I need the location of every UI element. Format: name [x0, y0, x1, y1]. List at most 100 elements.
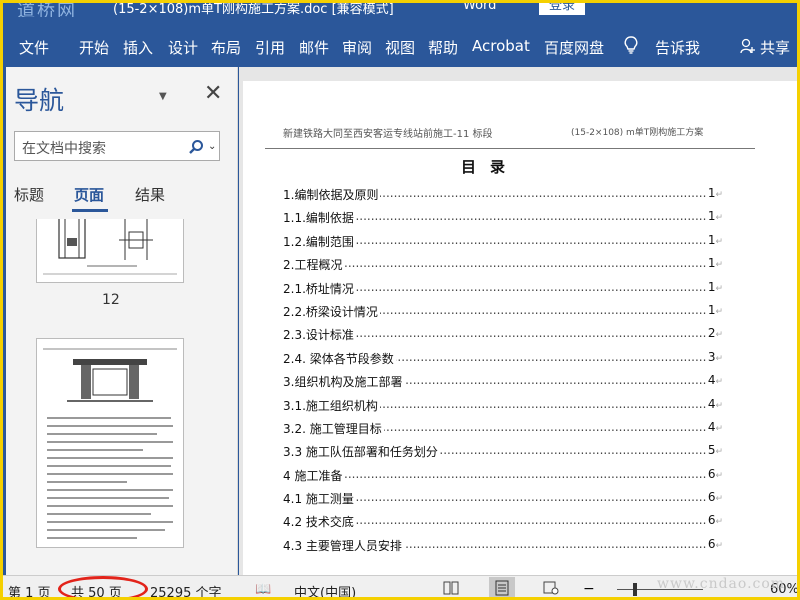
word-window: 道桥网 (15-2×108)m单T刚构施工方案.doc [兼容模式] Word …: [0, 0, 800, 600]
page-indicator[interactable]: 第 1 页: [8, 582, 51, 597]
navigation-pane: 导航 ▼ ✕ 在文档中搜索 ⌄ 标题 页面 结果 12: [6, 67, 238, 575]
tab-view[interactable]: 视图: [385, 37, 415, 58]
tab-design[interactable]: 设计: [168, 37, 198, 58]
share-button[interactable]: 共享: [760, 37, 790, 58]
nav-tab-results[interactable]: 结果: [135, 184, 165, 205]
toc-leader-dots: ........................................…: [283, 466, 709, 481]
toc-entry-page: 6↵: [705, 513, 723, 528]
nav-title: 导航: [14, 86, 65, 115]
toc-entry-label: 2.1.桥址情况: [283, 279, 356, 297]
toc-entry[interactable]: ........................................…: [283, 396, 723, 420]
nav-search-box[interactable]: 在文档中搜索 ⌄: [14, 131, 220, 161]
toc-entry-page: 1↵: [705, 186, 723, 200]
toc-entry-page: 5↵: [705, 443, 723, 458]
document-page[interactable]: 新建铁路大同至西安客运专线站前施工-11 标段 (15-2×108) m单T刚构…: [243, 81, 797, 575]
highlight-circle-annotation: [58, 576, 148, 597]
toc-entry-label: 3.1.施工组织机构: [283, 396, 380, 414]
toc-entry[interactable]: ........................................…: [283, 209, 723, 232]
app-name: Word: [463, 3, 497, 13]
toc-entry-label: 4.1 施工测量: [283, 490, 356, 508]
site-watermark: www.cndao.com: [657, 576, 786, 592]
toc-entry-page: 1↵: [705, 209, 723, 224]
toc-leader-dots: ........................................…: [283, 256, 709, 271]
ribbon-tabs: 文件 开始 插入 设计 布局 引用 邮件 审阅 视图 帮助 Acrobat 百度…: [3, 17, 797, 67]
header-rule: [265, 148, 755, 149]
toc-entry[interactable]: ........................................…: [283, 349, 723, 373]
tell-me-label[interactable]: 告诉我: [655, 37, 700, 58]
toc-entry-page: 6↵: [705, 536, 723, 551]
toc-entry-label: 2.3.设计标准: [283, 326, 356, 344]
toc-entry-page: 6↵: [705, 490, 723, 505]
toc-entry[interactable]: ........................................…: [283, 443, 723, 466]
bridge-drawing-preview-icon: [43, 348, 177, 402]
toc-entry[interactable]: ........................................…: [283, 513, 723, 536]
tab-file[interactable]: 文件: [19, 37, 49, 58]
toc-entry-label: 1.编制依据及原则: [283, 186, 381, 203]
toc-entry[interactable]: ........................................…: [283, 373, 723, 396]
toc-entry-page: 2↵: [705, 326, 723, 341]
proofing-book-icon[interactable]: 📖: [255, 582, 271, 597]
table-of-contents: ........................................…: [283, 186, 723, 560]
word-count[interactable]: 25295 个字: [150, 582, 222, 597]
document-title: (15-2×108)m单T刚构施工方案.doc [兼容模式]: [113, 3, 394, 17]
page-thumbnail-13[interactable]: [36, 338, 184, 548]
tab-references[interactable]: 引用: [255, 37, 285, 58]
nav-tab-pages[interactable]: 页面: [74, 184, 104, 205]
tab-baidu-netdisk[interactable]: 百度网盘: [544, 37, 604, 58]
zoom-out-icon[interactable]: −: [583, 581, 595, 597]
login-button[interactable]: 登录: [539, 3, 586, 15]
page-thumbnails: 12: [6, 219, 238, 575]
toc-entry[interactable]: ........................................…: [283, 536, 723, 560]
search-dropdown-chevron-icon[interactable]: ⌄: [208, 141, 216, 152]
toc-entry[interactable]: ........................................…: [283, 419, 723, 443]
toc-entry[interactable]: ........................................…: [283, 256, 723, 279]
search-placeholder: 在文档中搜索: [22, 141, 106, 157]
share-person-icon[interactable]: [740, 38, 756, 54]
tab-layout[interactable]: 布局: [211, 37, 241, 58]
toc-entry-label: 1.2.编制范围: [283, 232, 356, 250]
toc-entry-label: 3.组织机构及施工部署: [283, 373, 405, 391]
toc-entry[interactable]: ........................................…: [283, 302, 723, 326]
header-right-text: (15-2×108) m单T刚构施工方案: [571, 128, 704, 138]
toc-entry-page: 4↵: [705, 373, 723, 388]
tab-help[interactable]: 帮助: [428, 37, 458, 58]
tab-review[interactable]: 审阅: [342, 37, 372, 58]
tab-acrobat[interactable]: Acrobat: [472, 37, 530, 55]
tab-insert[interactable]: 插入: [123, 37, 153, 58]
zoom-slider-handle[interactable]: [633, 583, 637, 596]
lightbulb-icon[interactable]: [624, 36, 638, 54]
toc-entry-page: 1↵: [705, 302, 723, 317]
drawing-preview-icon: [43, 219, 177, 275]
page-thumbnail-12[interactable]: [36, 219, 184, 283]
toc-entry-label: 2.4. 梁体各节段参数: [283, 349, 396, 367]
toc-entry[interactable]: ........................................…: [283, 466, 723, 490]
toc-entry-page: 1↵: [705, 279, 723, 294]
toc-entry-page: 6↵: [705, 466, 723, 481]
toc-entry-page: 3↵: [705, 349, 723, 364]
close-icon[interactable]: ✕: [204, 81, 222, 106]
toc-entry-page: 4↵: [705, 396, 723, 411]
toc-entry[interactable]: ........................................…: [283, 186, 723, 209]
tab-mailings[interactable]: 邮件: [299, 37, 329, 58]
tab-home[interactable]: 开始: [79, 37, 109, 58]
toc-entry-page: 1↵: [705, 256, 723, 271]
active-tab-indicator: [72, 209, 108, 212]
watermark-logo: 道桥网: [17, 3, 77, 17]
toc-entry[interactable]: ........................................…: [283, 326, 723, 349]
read-mode-icon[interactable]: [443, 581, 459, 595]
nav-options-chevron-icon[interactable]: ▼: [159, 91, 167, 102]
language-indicator[interactable]: 中文(中国): [294, 582, 356, 597]
toc-entry[interactable]: ........................................…: [283, 490, 723, 513]
print-layout-icon[interactable]: [489, 577, 515, 599]
search-icon[interactable]: [188, 139, 204, 155]
toc-entry[interactable]: ........................................…: [283, 232, 723, 256]
title-bar: 道桥网 (15-2×108)m单T刚构施工方案.doc [兼容模式] Word …: [3, 3, 797, 17]
web-layout-icon[interactable]: [543, 581, 559, 595]
toc-entry[interactable]: ........................................…: [283, 279, 723, 303]
toc-entry-label: 4 施工准备: [283, 466, 345, 484]
toc-entry-page: 4↵: [705, 419, 723, 434]
toc-entry-label: 1.1.编制依据: [283, 209, 356, 227]
nav-tab-headings[interactable]: 标题: [14, 184, 44, 205]
toc-entry-label: 3.3 施工队伍部署和任务划分: [283, 443, 440, 461]
toc-entry-label: 4.3 主要管理人员安排: [283, 536, 404, 554]
